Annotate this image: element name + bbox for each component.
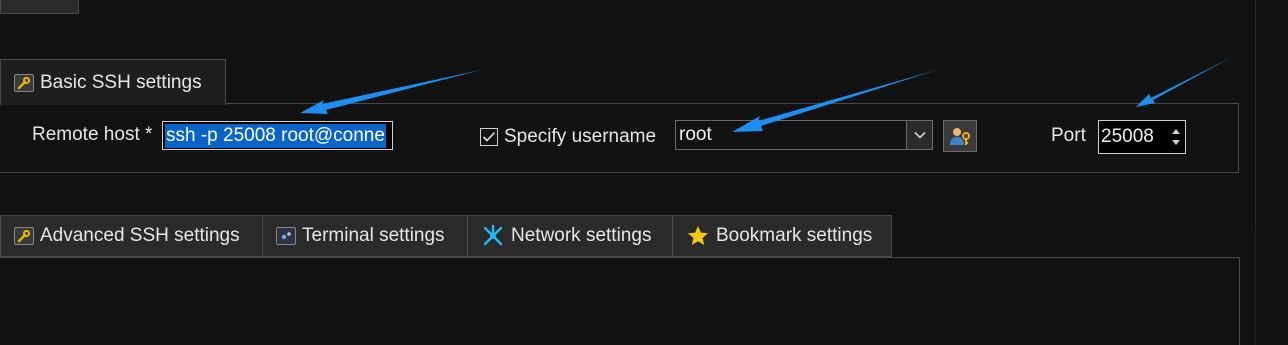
port-spinbox[interactable]: 25008 [1098,120,1186,154]
tab-bookmark-settings[interactable]: Bookmark settings [672,215,892,257]
wrench-icon [14,73,34,92]
ssh-session-settings: Basic SSH settings Remote host * ssh -p … [0,0,1288,345]
username-combobox[interactable]: root [675,120,933,150]
star-icon [688,226,708,245]
port-spin-arrows[interactable] [1167,121,1185,153]
tab-terminal-settings[interactable]: Terminal settings [262,215,468,257]
settings-content-panel [0,257,1240,345]
tab-label: Network settings [511,225,652,246]
specify-username-label: Specify username [504,126,657,147]
tab-basic-ssh-settings[interactable]: Basic SSH settings [0,59,226,105]
tab-label: Advanced SSH settings [40,225,240,246]
chevron-down-icon[interactable] [906,121,932,149]
chevron-up-icon[interactable] [1172,129,1180,134]
tab-label: Terminal settings [302,225,445,246]
annotation-arrow-port [1136,58,1230,107]
divider [1255,0,1256,225]
user-key-icon [950,128,970,145]
divider [1255,225,1256,345]
tab-label: Bookmark settings [716,225,873,246]
remote-host-value: ssh -p 25008 root@conne [165,123,386,148]
previous-tab-stub[interactable] [0,0,79,14]
port-label: Port [1051,125,1086,146]
remote-host-label: Remote host * [32,124,153,145]
user-key-button[interactable] [943,120,977,152]
specify-username-row[interactable]: Specify username [480,126,656,148]
username-value: root [679,124,712,145]
port-value: 25008 [1101,126,1154,147]
tab-network-settings[interactable]: Network settings [467,215,673,257]
tab-label: Basic SSH settings [40,71,202,93]
network-icon [483,224,503,246]
specify-username-checkbox[interactable] [480,128,498,146]
remote-host-input[interactable]: ssh -p 25008 root@conne [162,121,393,150]
terminal-icon [276,227,296,245]
wrench-icon [14,227,34,245]
chevron-down-icon[interactable] [1172,140,1180,145]
tab-advanced-ssh-settings[interactable]: Advanced SSH settings [0,215,263,257]
